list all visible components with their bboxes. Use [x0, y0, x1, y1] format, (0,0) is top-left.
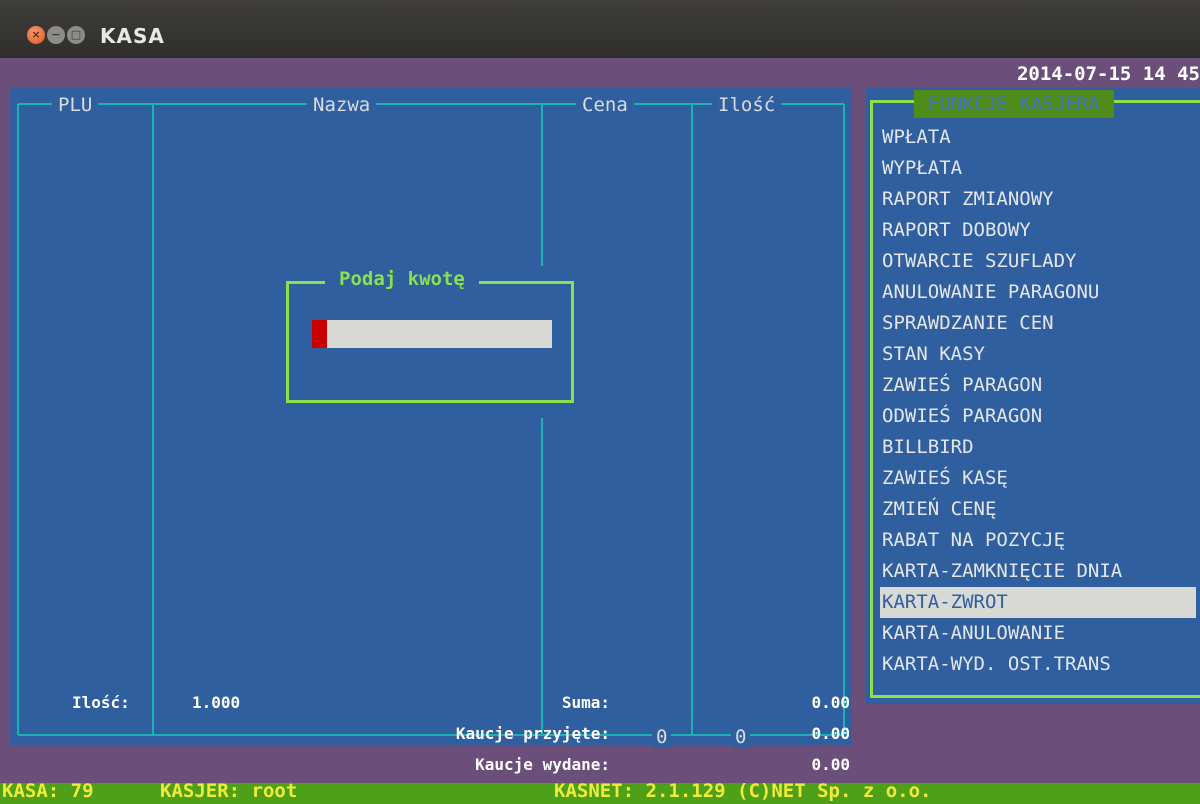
menu-item-karta-zwrot[interactable]: KARTA-ZWROT: [880, 587, 1196, 618]
column-header-cena: Cena: [576, 94, 634, 116]
status-version: KASNET: 2.1.129 (C)NET Sp. z o.o.: [554, 783, 932, 802]
menu-item-odwies-paragon[interactable]: ODWIEŚ PARAGON: [880, 401, 1196, 432]
menu-item-zawies-kase[interactable]: ZAWIEŚ KASĘ: [880, 463, 1196, 494]
kaucje-wydane-label: Kaucje wydane:: [475, 755, 610, 774]
close-window-icon[interactable]: ×: [27, 26, 45, 44]
menu-item-raport-dobowy[interactable]: RAPORT DOBOWY: [880, 215, 1196, 246]
functions-title: FUNKCJE KASJERA: [914, 90, 1114, 118]
menu-item-stan-kasy[interactable]: STAN KASY: [880, 339, 1196, 370]
menu-item-otwarcie-szuflady[interactable]: OTWARCIE SZUFLADY: [880, 246, 1196, 277]
receipt-table-borders: [17, 103, 845, 736]
totals-area: Ilość: 1.000 Suma: 0.00 Kaucje przyjęte:…: [0, 687, 1200, 783]
amount-dialog: Podaj kwotę: [286, 268, 574, 403]
menu-item-karta-wyd-ost-trans[interactable]: KARTA-WYD. OST.TRANS: [880, 649, 1196, 680]
column-header-plu: PLU: [52, 94, 99, 116]
maximize-window-icon[interactable]: □: [67, 26, 85, 44]
menu-item-billbird[interactable]: BILLBIRD: [880, 432, 1196, 463]
amount-input[interactable]: [312, 320, 552, 348]
cashier-functions-panel: FUNKCJE KASJERA WPŁATA WYPŁATA RAPORT ZM…: [866, 88, 1200, 704]
kaucje-wydane-value: 0.00: [811, 755, 850, 774]
kaucje-przyjete-label: Kaucje przyjęte:: [455, 724, 610, 743]
menu-item-sprawdzanie-cen[interactable]: SPRAWDZANIE CEN: [880, 308, 1196, 339]
date-time: 2014-07-15 14 45: [1016, 63, 1200, 85]
menu-item-rabat-na-pozycje[interactable]: RABAT NA POZYCJĘ: [880, 525, 1196, 556]
text-cursor: [312, 320, 327, 348]
menu-item-anulowanie-paragonu[interactable]: ANULOWANIE PARAGONU: [880, 277, 1196, 308]
menu-item-zawies-paragon[interactable]: ZAWIEŚ PARAGON: [880, 370, 1196, 401]
kaucje-przyjete-value: 0.00: [811, 724, 850, 743]
window-title: KASA: [100, 24, 165, 48]
menu-item-raport-zmianowy[interactable]: RAPORT ZMIANOWY: [880, 184, 1196, 215]
status-kasjer: KASJER: root: [160, 783, 298, 802]
ilosc-value: 1.000: [192, 693, 241, 712]
menu-item-zmien-cene[interactable]: ZMIEŃ CENĘ: [880, 494, 1196, 525]
menu-item-wyplata[interactable]: WYPŁATA: [880, 153, 1196, 184]
minimize-window-icon[interactable]: −: [47, 26, 65, 44]
suma-value: 0.00: [811, 693, 850, 712]
status-bar: KASA: 79 KASJER: root KASNET: 2.1.129 (C…: [0, 783, 1200, 804]
window-titlebar: × − □ KASA: [0, 0, 1200, 58]
ilosc-label: Ilość:: [72, 693, 130, 712]
column-header-nazwa: Nazwa: [307, 94, 377, 116]
suma-label: Suma:: [561, 693, 610, 712]
functions-menu: WPŁATA WYPŁATA RAPORT ZMIANOWY RAPORT DO…: [880, 122, 1196, 680]
status-kasa: KASA: 79: [2, 783, 94, 802]
amount-dialog-title: Podaj kwotę: [325, 268, 479, 290]
menu-item-karta-anulowanie[interactable]: KARTA-ANULOWANIE: [880, 618, 1196, 649]
menu-item-karta-zamkniecie-dnia[interactable]: KARTA-ZAMKNIĘCIE DNIA: [880, 556, 1196, 587]
receipt-table-panel: PLU Nazwa Cena Ilość 0 0: [10, 88, 852, 748]
menu-item-wplata[interactable]: WPŁATA: [880, 122, 1196, 153]
column-header-ilosc: Ilość: [712, 94, 782, 116]
